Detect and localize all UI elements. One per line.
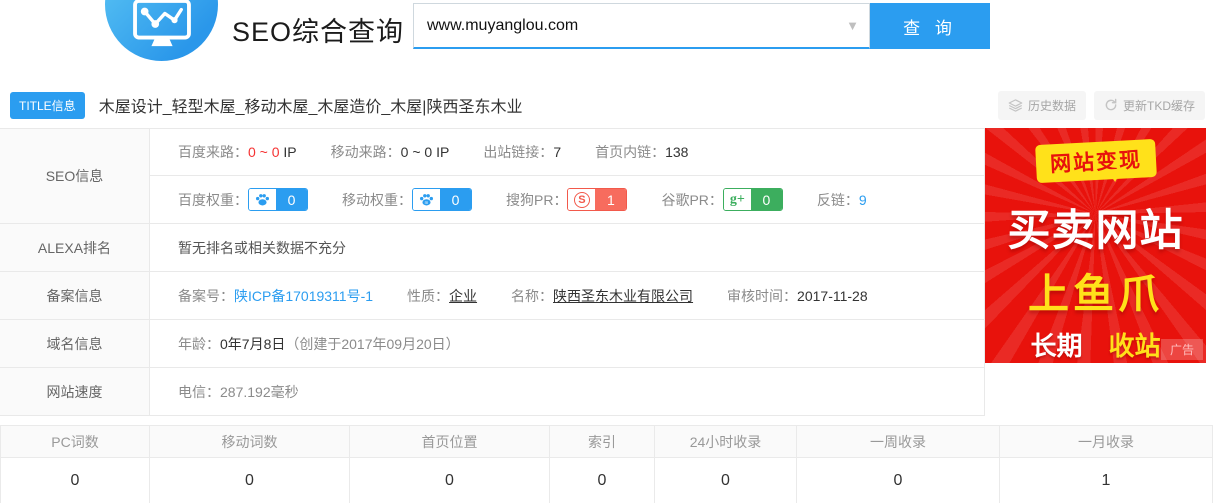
history-data-button[interactable]: 历史数据 (998, 91, 1086, 120)
icp-row: 备案信息 备案号： 陕ICP备17019311号-1 性质： 企业 名称： 陕西… (0, 272, 984, 320)
stats-value: 1 (1000, 458, 1212, 503)
ad-bubble-text: 网站变现 (1035, 139, 1157, 183)
seo-query-page: SEO综合查询 ▼ 查 询 TITLE信息 木屋设计_轻型木屋_移动木屋_木屋造… (0, 0, 1213, 503)
stats-table: PC词数 移动词数 首页位置 索引 24小时收录 一周收录 一月收录 0 0 0… (0, 425, 1213, 503)
row-label: ALEXA排名 (0, 224, 150, 271)
mobile-traffic-value: 0 ~ 0 (401, 144, 433, 160)
google-pr-label: 谷歌PR： (661, 190, 722, 210)
stats-header: 索引 (550, 426, 655, 457)
stats-header: 一周收录 (797, 426, 1000, 457)
sogou-pr-value: 1 (595, 189, 626, 210)
baidu-traffic-label: 百度来路： (178, 142, 248, 162)
stats-header: 移动词数 (150, 426, 350, 457)
speed-value: 电信：287.192毫秒 (178, 382, 299, 402)
stats-header: 首页位置 (350, 426, 550, 457)
stats-value: 0 (1, 458, 150, 503)
site-title-text: 木屋设计_轻型木屋_移动木屋_木屋造价_木屋|陕西圣东木业 (99, 93, 523, 117)
seo-weight-subrow: 百度权重： 0 移动权重： m (150, 176, 984, 223)
stats-value: 0 (350, 458, 550, 503)
stats-header-row: PC词数 移动词数 首页位置 索引 24小时收录 一周收录 一月收录 (1, 426, 1212, 458)
domain-age-label: 年龄： (178, 334, 220, 354)
dropdown-arrow-icon[interactable]: ▼ (846, 17, 859, 32)
icp-number-label: 备案号： (178, 286, 234, 306)
refresh-icon (1104, 98, 1118, 112)
google-pr-badge[interactable]: g+ 0 (723, 188, 783, 211)
history-data-label: 历史数据 (1028, 97, 1076, 114)
query-button[interactable]: 查 询 (870, 3, 990, 49)
mobile-traffic-unit: IP (436, 144, 449, 160)
sogou-pr-label: 搜狗PR： (506, 190, 567, 210)
baidu-traffic-unit: IP (283, 144, 296, 160)
domain-row: 域名信息 年龄： 0年7月8日 （创建于2017年09月20日） (0, 320, 984, 368)
stats-header: 24小时收录 (655, 426, 797, 457)
sogou-icon: S (568, 189, 595, 210)
title-info-badge: TITLE信息 (10, 92, 85, 119)
icp-name-label: 名称： (511, 286, 553, 306)
homelinks-value: 138 (665, 144, 688, 160)
mobile-traffic-label: 移动来路： (331, 142, 401, 162)
title-bar-actions: 历史数据 更新TKD缓存 (998, 91, 1205, 120)
svg-text:m: m (425, 200, 429, 205)
detail-table: SEO信息 百度来路： 0 ~ 0 IP 移动来路： 0 ~ 0 IP 出站链接… (0, 128, 985, 416)
search-input[interactable] (414, 4, 869, 47)
mobile-weight-label: 移动权重： (342, 190, 412, 210)
baidu-traffic-value: 0 ~ 0 (248, 144, 280, 160)
outlinks-label: 出站链接： (483, 142, 553, 162)
seo-info-row: SEO信息 百度来路： 0 ~ 0 IP 移动来路： 0 ~ 0 IP 出站链接… (0, 129, 984, 224)
icp-audit-label: 审核时间： (727, 286, 797, 306)
ad-tagline-left: 长期 (1030, 326, 1082, 363)
monitor-chart-icon (131, 0, 193, 51)
ad-tagline-right: 收站 (1109, 326, 1161, 363)
icp-nature-label: 性质： (407, 286, 449, 306)
backlink-label: 反链： (817, 190, 859, 210)
seo-traffic-subrow: 百度来路： 0 ~ 0 IP 移动来路： 0 ~ 0 IP 出站链接： 7 首页… (150, 129, 984, 176)
ad-subheadline: 上鱼爪 (985, 260, 1206, 320)
mobile-weight-badge[interactable]: m 0 (412, 188, 472, 211)
stats-value: 0 (797, 458, 1000, 503)
baidu-weight-value: 0 (276, 189, 307, 210)
search-input-wrap: ▼ (413, 3, 870, 49)
domain-age-note: （创建于2017年09月20日） (285, 334, 459, 354)
stats-header: 一月收录 (1000, 426, 1212, 457)
mobile-weight-value: 0 (440, 189, 471, 210)
refresh-tkd-label: 更新TKD缓存 (1123, 97, 1195, 114)
baidu-paw-icon (249, 189, 276, 210)
refresh-tkd-button[interactable]: 更新TKD缓存 (1094, 91, 1205, 120)
row-label: SEO信息 (0, 129, 150, 223)
icp-audit-value: 2017-11-28 (797, 288, 868, 304)
outlinks-value: 7 (553, 144, 561, 160)
stats-value-row: 0 0 0 0 0 0 1 (1, 458, 1212, 503)
domain-age-value: 0年7月8日 (220, 334, 285, 354)
google-pr-value: 0 (751, 189, 782, 210)
google-plus-icon: g+ (724, 189, 751, 210)
row-label: 网站速度 (0, 368, 150, 415)
alexa-row: ALEXA排名 暂无排名或相关数据不充分 (0, 224, 984, 272)
search-bar: ▼ 查 询 (413, 3, 990, 49)
icp-number-link[interactable]: 陕ICP备17019311号-1 (234, 286, 373, 306)
icp-name-link[interactable]: 陕西圣东木业有限公司 (553, 286, 693, 306)
layers-icon (1008, 98, 1023, 113)
stats-value: 0 (550, 458, 655, 503)
sogou-pr-badge[interactable]: S 1 (567, 188, 627, 211)
backlink-value[interactable]: 9 (859, 192, 867, 208)
homelinks-label: 首页内链： (595, 142, 665, 162)
stats-header: PC词数 (1, 426, 150, 457)
site-logo (105, 0, 218, 61)
stats-value: 0 (655, 458, 797, 503)
row-label: 备案信息 (0, 272, 150, 319)
row-label: 域名信息 (0, 320, 150, 367)
alexa-value: 暂无排名或相关数据不充分 (178, 238, 346, 258)
ad-headline: 买卖网站 (985, 196, 1206, 258)
ad-label-badge: 广告 (1161, 339, 1203, 360)
baidu-weight-label: 百度权重： (178, 190, 248, 210)
speed-row: 网站速度 电信：287.192毫秒 (0, 368, 984, 416)
baidu-weight-badge[interactable]: 0 (248, 188, 308, 211)
ad-banner[interactable]: 网站变现 买卖网站 上鱼爪 长期 收站 广告 (985, 128, 1206, 363)
title-bar: TITLE信息 木屋设计_轻型木屋_移动木屋_木屋造价_木屋|陕西圣东木业 历史… (0, 88, 1213, 122)
page-title: SEO综合查询 (232, 10, 404, 49)
icp-nature-link[interactable]: 企业 (449, 286, 477, 306)
stats-value: 0 (150, 458, 350, 503)
mobile-paw-icon: m (413, 189, 440, 210)
